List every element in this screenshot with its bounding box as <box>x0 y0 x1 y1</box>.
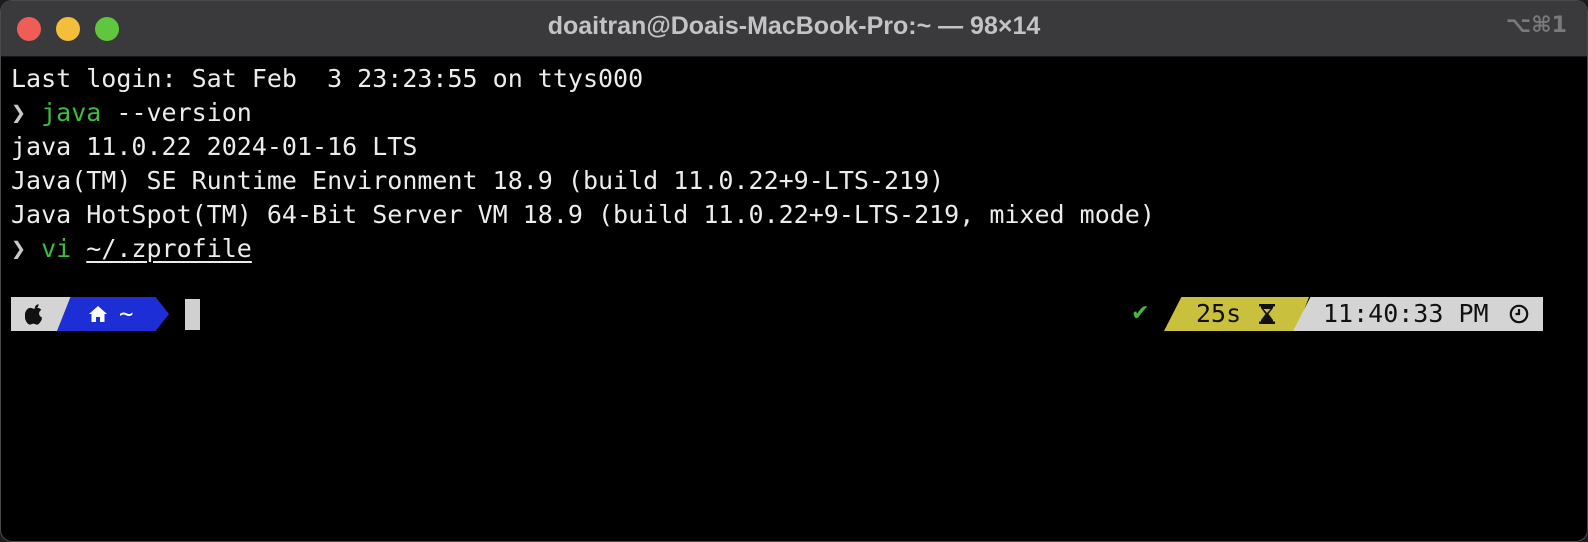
prompt-arrow: ❯ <box>11 98 27 127</box>
command-name: java <box>41 98 102 127</box>
line-text: Last login: Sat Feb 3 23:23:55 on ttys00… <box>11 64 644 93</box>
prompt-time: 11:40:33 PM <box>1323 299 1489 328</box>
command-duration: 25s <box>1196 299 1242 328</box>
line-text: Java(TM) SE Runtime Environment 18.9 (bu… <box>11 166 945 195</box>
text-cursor <box>185 299 200 330</box>
clock-icon <box>1509 304 1529 324</box>
line-text: java 11.0.22 2024-01-16 LTS <box>11 132 418 161</box>
line-text: Java HotSpot(TM) 64-Bit Server VM 18.9 (… <box>11 200 1155 229</box>
terminal-line: ❯ vi ~/.zprofile <box>11 232 1587 266</box>
terminal-line: java 11.0.22 2024-01-16 LTS <box>11 130 1587 164</box>
prompt-path-segment <box>57 297 169 331</box>
terminal-window: doaitran@Doais-MacBook-Pro:~ — 98×14 ⌥⌘1… <box>0 0 1588 542</box>
prompt-arrow: ❯ <box>11 234 27 263</box>
prompt-path: ~ <box>119 300 134 328</box>
command-path: ~/.zprofile <box>86 234 252 263</box>
home-icon <box>89 306 107 322</box>
status-check-icon: ✔ <box>1131 301 1150 326</box>
window-title: doaitran@Doais-MacBook-Pro:~ — 98×14 <box>547 12 1041 40</box>
terminal-line: Java(TM) SE Runtime Environment 18.9 (bu… <box>11 164 1587 198</box>
window-shortcut: ⌥⌘1 <box>1505 13 1567 38</box>
command-args: --version <box>101 98 252 127</box>
hourglass-icon <box>1259 304 1275 324</box>
terminal-line: ❯ java --version <box>11 96 1587 130</box>
terminal-line: Last login: Sat Feb 3 23:23:55 on ttys00… <box>11 62 1587 96</box>
command-name: vi <box>41 234 72 263</box>
title-bar[interactable]: doaitran@Doais-MacBook-Pro:~ — 98×14 ⌥⌘1 <box>1 1 1587 57</box>
terminal-line: Java HotSpot(TM) 64-Bit Server VM 18.9 (… <box>11 198 1587 232</box>
apple-icon <box>25 304 42 325</box>
